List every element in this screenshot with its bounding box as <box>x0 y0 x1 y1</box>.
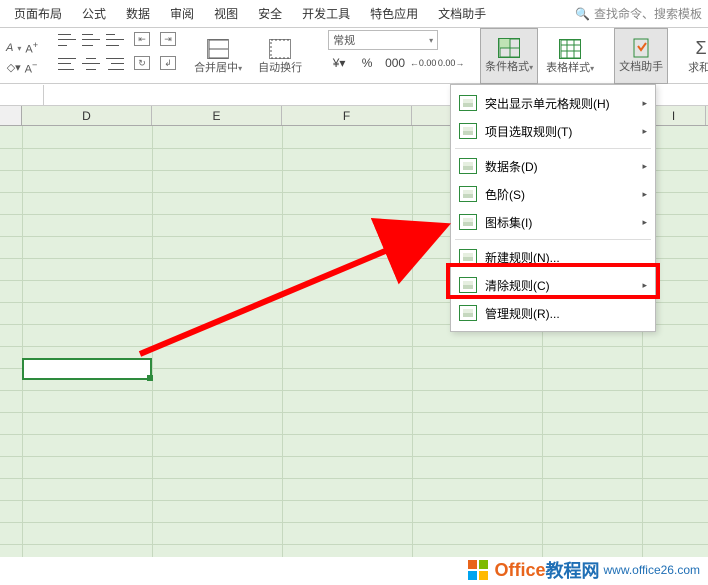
doc-helper-icon <box>630 38 652 58</box>
new-rule-icon <box>459 249 477 265</box>
col-header[interactable]: F <box>282 106 412 125</box>
fill-handle[interactable] <box>147 375 153 381</box>
tab-dev-tools[interactable]: 开发工具 <box>292 0 360 28</box>
tab-page-layout[interactable]: 页面布局 <box>4 0 72 28</box>
watermark-text: 教程网 <box>546 557 600 583</box>
indent-group: ⇤ ⇥ ↻ ↲ <box>130 28 186 80</box>
auto-wrap-button[interactable]: 自动换行 <box>250 28 310 84</box>
watermark-text: Office <box>494 560 545 581</box>
tab-data[interactable]: 数据 <box>116 0 160 28</box>
manage-rules-item[interactable]: 管理规则(R)... <box>451 299 655 327</box>
menu-tabs: 页面布局 公式 数据 审阅 视图 安全 开发工具 特色应用 文档助手 🔍 查找命… <box>0 0 708 28</box>
table-style-icon <box>559 39 581 59</box>
align-bottom-icon[interactable] <box>106 32 124 48</box>
conditional-format-button[interactable]: 条件格式▾ <box>480 28 538 84</box>
number-format-select[interactable]: 常规▾ <box>328 30 438 50</box>
increase-decimal-icon[interactable]: ←0.00 <box>412 54 434 72</box>
office-logo-icon <box>466 558 490 582</box>
align-middle-icon[interactable] <box>82 32 100 48</box>
number-format-group: 常规▾ ¥▾ % 000 ←0.00 0.00→ <box>322 28 468 74</box>
ribbon: A ▾ A+ ◇▾ A− ⇤ ⇥ ↻ ↲ 合并居中▾ 自动换行 常规▾ ¥▾ % <box>0 28 708 84</box>
color-scales-icon <box>459 186 477 202</box>
watermark-url: www.office26.com <box>604 563 701 577</box>
search-box[interactable]: 🔍 查找命令、搜索模板 <box>575 5 708 22</box>
merge-icon <box>207 39 229 59</box>
tab-review[interactable]: 审阅 <box>160 0 204 28</box>
decrease-indent-icon[interactable]: ⇤ <box>134 32 150 46</box>
chevron-down-icon: ▾ <box>17 44 21 53</box>
chevron-right-icon: ▸ <box>642 280 647 291</box>
selected-cell[interactable] <box>22 358 152 380</box>
tab-security[interactable]: 安全 <box>248 0 292 28</box>
table-style-button[interactable]: 表格样式▾ <box>538 28 602 84</box>
conditional-format-icon <box>498 38 520 58</box>
data-bars-item[interactable]: 数据条(D)▸ <box>451 152 655 180</box>
align-center-icon[interactable] <box>82 56 100 72</box>
wrap-text-icon <box>269 39 291 59</box>
align-top-icon[interactable] <box>58 32 76 48</box>
data-bars-icon <box>459 158 477 174</box>
chevron-right-icon: ▸ <box>642 126 647 137</box>
sigma-icon: Σ <box>690 39 708 59</box>
conditional-format-dropdown: 突出显示单元格规则(H)▸ 项目选取规则(T)▸ 数据条(D)▸ 色阶(S)▸ … <box>450 84 656 332</box>
align-right-icon[interactable] <box>106 56 124 72</box>
chevron-right-icon: ▸ <box>642 161 647 172</box>
font-group: A ▾ A+ ◇▾ A− <box>0 28 42 84</box>
col-header[interactable]: E <box>152 106 282 125</box>
percent-icon[interactable]: % <box>356 54 378 72</box>
clear-format-icon[interactable]: ◇▾ <box>7 61 21 74</box>
icon-sets-icon <box>459 214 477 230</box>
new-rule-item[interactable]: 新建规则(N)... <box>451 243 655 271</box>
font-size-icon[interactable]: A <box>6 42 13 54</box>
sum-button[interactable]: Σ 求和▾ <box>680 28 708 84</box>
tab-formula[interactable]: 公式 <box>72 0 116 28</box>
currency-icon[interactable]: ¥▾ <box>328 54 350 72</box>
font-size-dec-icon[interactable]: A− <box>25 60 38 76</box>
chevron-right-icon: ▸ <box>642 189 647 200</box>
tab-view[interactable]: 视图 <box>204 0 248 28</box>
highlight-cells-icon <box>459 95 477 111</box>
wrap-indent-icon[interactable]: ↲ <box>160 56 176 70</box>
search-placeholder: 查找命令、搜索模板 <box>594 5 702 22</box>
orientation-icon[interactable]: ↻ <box>134 56 150 70</box>
clear-rules-icon <box>459 277 477 293</box>
manage-rules-icon <box>459 305 477 321</box>
tab-doc-helper[interactable]: 文档助手 <box>428 0 496 28</box>
chevron-right-icon: ▸ <box>642 217 647 228</box>
name-box[interactable] <box>0 85 44 105</box>
tab-featured[interactable]: 特色应用 <box>360 0 428 28</box>
merge-center-button[interactable]: 合并居中▾ <box>186 28 250 84</box>
align-left-icon[interactable] <box>58 56 76 72</box>
decrease-decimal-icon[interactable]: 0.00→ <box>440 54 462 72</box>
thousands-icon[interactable]: 000 <box>384 54 406 72</box>
doc-helper-button[interactable]: 文档助手 <box>614 28 668 84</box>
col-header[interactable]: D <box>22 106 152 125</box>
search-icon: 🔍 <box>575 7 590 21</box>
align-group <box>54 28 130 80</box>
clear-rules-item[interactable]: 清除规则(C)▸ <box>451 271 655 299</box>
chevron-right-icon: ▸ <box>642 98 647 109</box>
watermark: Office教程网 www.office26.com <box>466 557 700 583</box>
font-size-inc-icon[interactable]: A+ <box>25 40 38 56</box>
top-bottom-icon <box>459 123 477 139</box>
top-bottom-rules-item[interactable]: 项目选取规则(T)▸ <box>451 117 655 145</box>
increase-indent-icon[interactable]: ⇥ <box>160 32 176 46</box>
highlight-cells-rules-item[interactable]: 突出显示单元格规则(H)▸ <box>451 89 655 117</box>
icon-sets-item[interactable]: 图标集(I)▸ <box>451 208 655 236</box>
color-scales-item[interactable]: 色阶(S)▸ <box>451 180 655 208</box>
